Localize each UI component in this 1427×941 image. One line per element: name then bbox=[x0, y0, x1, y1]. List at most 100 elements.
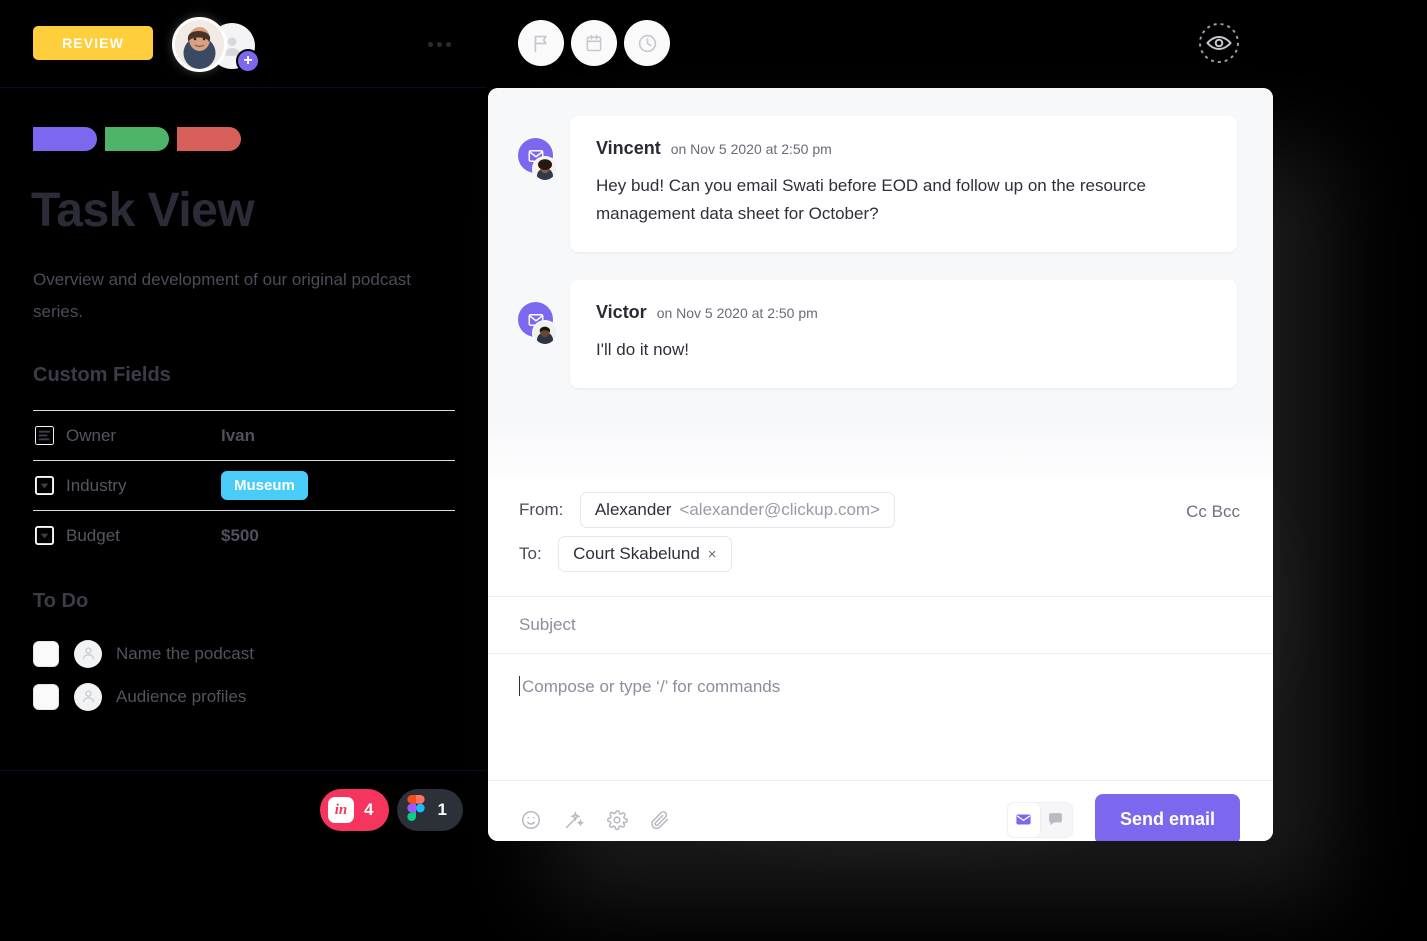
figma-badge[interactable]: 1 bbox=[397, 789, 463, 831]
figma-logo-icon bbox=[405, 794, 427, 826]
tag-purple[interactable] bbox=[33, 127, 97, 151]
avatar-photo-icon bbox=[175, 20, 224, 69]
todo-label: Audience profiles bbox=[116, 686, 247, 706]
custom-field-row-budget[interactable]: Budget $500 bbox=[33, 510, 455, 560]
subject-input[interactable]: Subject bbox=[519, 615, 576, 635]
comment-header: Vincent on Nov 5 2020 at 2:50 pm bbox=[596, 138, 1211, 159]
task-top-bar: REVIEW + bbox=[0, 0, 486, 88]
integration-badges: in 4 1 bbox=[320, 789, 463, 831]
todo-heading: To Do bbox=[33, 590, 89, 612]
person-icon bbox=[82, 647, 94, 660]
comment-item: Victor on Nov 5 2020 at 2:50 pm I'll do … bbox=[488, 280, 1273, 388]
body-input[interactable]: Compose or type ‘/’ for commands bbox=[522, 677, 780, 696]
reply-mode-toggle bbox=[1006, 801, 1073, 838]
avatar[interactable] bbox=[172, 17, 227, 72]
custom-field-value: Ivan bbox=[221, 425, 256, 445]
dropdown-icon bbox=[33, 475, 55, 497]
recipient-name: Court Skabelund bbox=[573, 544, 700, 563]
todo-checkbox[interactable] bbox=[33, 640, 59, 667]
subject-row[interactable]: Subject bbox=[488, 597, 1273, 653]
text-lines-icon bbox=[33, 425, 55, 447]
status-badge[interactable]: REVIEW bbox=[33, 26, 153, 60]
tag-red[interactable] bbox=[177, 127, 241, 151]
email-compose-form: From: Alexander <alexander@clickup.com> … bbox=[488, 478, 1273, 841]
avatar[interactable] bbox=[532, 320, 558, 346]
custom-field-row-industry[interactable]: Industry Museum bbox=[33, 460, 455, 510]
close-icon[interactable]: × bbox=[708, 546, 717, 563]
comment-mode-button[interactable] bbox=[1040, 803, 1072, 837]
to-row: To: Court Skabelund × bbox=[488, 536, 1273, 580]
from-label: From: bbox=[519, 500, 564, 519]
compose-actions-bar: Send email bbox=[488, 780, 1273, 841]
invision-count: 4 bbox=[364, 800, 374, 819]
task-actions-toolbar bbox=[486, 0, 1427, 88]
from-row: From: Alexander <alexander@clickup.com> … bbox=[488, 492, 1273, 536]
comment-timestamp: on Nov 5 2020 at 2:50 pm bbox=[656, 305, 818, 321]
comment-bubble-icon bbox=[1049, 813, 1063, 826]
avatar[interactable] bbox=[532, 156, 558, 182]
task-detail-panel: REVIEW + Task View Overview and developm… bbox=[0, 0, 486, 941]
send-email-button[interactable]: Send email bbox=[1094, 794, 1240, 841]
clock-icon[interactable] bbox=[624, 20, 670, 66]
more-horizontal-icon[interactable] bbox=[428, 36, 456, 52]
envelope-icon bbox=[1016, 814, 1032, 825]
recipient-token[interactable]: Court Skabelund × bbox=[558, 536, 732, 572]
comment-timestamp: on Nov 5 2020 at 2:50 pm bbox=[670, 141, 832, 157]
figma-count: 1 bbox=[437, 800, 447, 819]
invision-badge[interactable]: in 4 bbox=[320, 789, 390, 831]
person-icon bbox=[82, 690, 94, 703]
comment-author: Victor bbox=[596, 302, 647, 322]
comment-header: Victor on Nov 5 2020 at 2:50 pm bbox=[596, 302, 1211, 323]
flag-icon[interactable] bbox=[518, 20, 564, 66]
dropdown-icon bbox=[33, 525, 55, 547]
industry-chip[interactable]: Museum bbox=[221, 471, 308, 500]
from-name: Alexander bbox=[594, 500, 672, 519]
tag-list bbox=[33, 127, 241, 151]
custom-field-label: Budget bbox=[66, 525, 120, 545]
email-mode-button[interactable] bbox=[1007, 802, 1040, 837]
comment-avatar[interactable] bbox=[518, 138, 558, 182]
avatar[interactable] bbox=[74, 682, 102, 711]
comment-bubble: Vincent on Nov 5 2020 at 2:50 pm Hey bud… bbox=[570, 116, 1237, 252]
to-label: To: bbox=[519, 544, 542, 563]
paperclip-icon[interactable] bbox=[648, 808, 672, 832]
list-item[interactable]: Audience profiles bbox=[33, 675, 254, 718]
todo-label: Name the podcast bbox=[116, 643, 254, 663]
list-item[interactable]: Name the podcast bbox=[33, 632, 254, 675]
custom-field-label: Industry bbox=[66, 475, 127, 495]
custom-field-label: Owner bbox=[66, 425, 117, 445]
todo-list: Name the podcast Audience profiles bbox=[33, 632, 254, 718]
comment-avatar[interactable] bbox=[518, 302, 558, 346]
invision-logo-icon: in bbox=[328, 797, 354, 823]
avatar[interactable] bbox=[74, 639, 102, 668]
cc-bcc-toggle[interactable]: Cc Bcc bbox=[1186, 502, 1240, 522]
custom-field-row-owner[interactable]: Owner Ivan bbox=[33, 410, 455, 460]
custom-fields-table: Owner Ivan Industry Museum Budget $500 bbox=[33, 410, 455, 560]
eye-icon[interactable] bbox=[1196, 20, 1242, 66]
app-root: REVIEW + Task View Overview and developm… bbox=[0, 0, 1427, 941]
custom-fields-heading: Custom Fields bbox=[33, 364, 171, 386]
comment-bubble: Victor on Nov 5 2020 at 2:50 pm I'll do … bbox=[570, 280, 1237, 388]
task-description: Overview and development of our original… bbox=[33, 270, 411, 321]
comment-body: I'll do it now! bbox=[596, 340, 690, 359]
comments-list: Vincent on Nov 5 2020 at 2:50 pm Hey bud… bbox=[488, 88, 1273, 478]
calendar-icon[interactable] bbox=[571, 20, 617, 66]
task-bottom-bar: in 4 1 bbox=[0, 770, 486, 941]
tag-green[interactable] bbox=[105, 127, 169, 151]
comment-author: Vincent bbox=[596, 138, 661, 158]
from-email: <alexander@clickup.com> bbox=[679, 500, 880, 519]
comment-body: Hey bud! Can you email Swati before EOD … bbox=[596, 176, 1146, 223]
emoji-icon[interactable] bbox=[519, 808, 543, 832]
text-caret bbox=[519, 676, 520, 696]
email-card: Vincent on Nov 5 2020 at 2:50 pm Hey bud… bbox=[488, 88, 1273, 841]
custom-field-value: $500 bbox=[221, 525, 259, 545]
settings-gear-icon[interactable] bbox=[605, 808, 629, 832]
assignee-avatar-stack[interactable]: + bbox=[172, 17, 268, 73]
magic-wand-icon[interactable] bbox=[562, 808, 586, 832]
body-row[interactable]: Compose or type ‘/’ for commands bbox=[488, 654, 1273, 780]
todo-checkbox[interactable] bbox=[33, 683, 59, 710]
add-assignee-button[interactable]: + bbox=[236, 49, 260, 73]
from-field[interactable]: Alexander <alexander@clickup.com> bbox=[579, 492, 895, 528]
compose-tools bbox=[519, 808, 672, 832]
page-title: Task View bbox=[31, 184, 255, 237]
